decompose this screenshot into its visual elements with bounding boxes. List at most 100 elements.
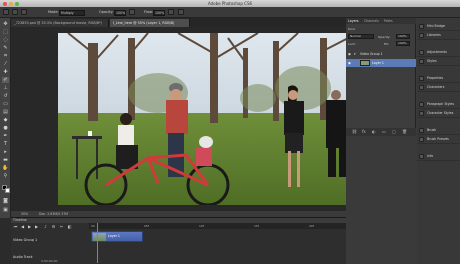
document-tab-1[interactable]: _723853.psd @ 33.3% (Background movie, R… (11, 19, 109, 27)
blur-tool-icon[interactable]: ◆ (2, 117, 9, 123)
dock-item-mini-bridge[interactable]: Mini Bridge (417, 22, 460, 31)
link-layers-icon[interactable]: ⛓ (352, 129, 357, 134)
visibility-eye-icon[interactable]: ◉ (348, 59, 351, 67)
eraser-tool-icon[interactable]: ▭ (2, 101, 9, 107)
pen-tool-icon[interactable]: ✒ (2, 133, 9, 139)
layers-footer: ⛓ fx ◐ ▭ ▢ 🗑 (346, 128, 416, 136)
fill-label: Fill: (384, 42, 390, 46)
visibility-eye-icon[interactable]: ◉ (348, 50, 351, 58)
time-readout: 0;00;00;00 (41, 259, 58, 263)
brush-panel-icon[interactable] (21, 9, 27, 15)
new-group-icon[interactable]: ▭ (382, 129, 386, 134)
background-color-swatch[interactable] (5, 188, 10, 193)
mode-select[interactable]: Multiply (59, 9, 85, 16)
quick-select-tool-icon[interactable]: ✎ (2, 45, 9, 51)
dock-item-styles[interactable]: Styles (417, 57, 460, 66)
document-info: Doc: 2.63M/5.37M (39, 212, 69, 216)
lasso-tool-icon[interactable]: ◌ (2, 37, 9, 43)
dock-item-paragraph-styles[interactable]: Paragraph Styles (417, 100, 460, 109)
brush-preset-icon[interactable] (3, 9, 9, 15)
tab-layers[interactable]: Layers (348, 19, 359, 23)
eyedropper-tool-icon[interactable]: ⁄ (2, 61, 9, 67)
dock-item-characters[interactable]: Characters (417, 83, 460, 92)
document-tab-2[interactable]: I_Line_here @ 50% (Layer 1, RGB/8) (110, 19, 190, 27)
dock-item-libraries[interactable]: Libraries (417, 31, 460, 40)
shape-tool-icon[interactable]: ▬ (2, 157, 9, 163)
go-to-first-frame-icon[interactable]: ⏮ (13, 224, 18, 229)
character-icon (419, 85, 424, 90)
video-clip[interactable]: Layer 1 (91, 231, 143, 242)
screen-mode-icon[interactable]: ▣ (2, 207, 9, 213)
tick-label: 15f (254, 223, 259, 228)
app-title: Adobe Photoshop CS6 (207, 1, 253, 6)
clip-thumbnail (93, 233, 106, 241)
type-tool-icon[interactable]: T (2, 141, 9, 147)
filter-kind-label[interactable]: Kind (348, 27, 355, 31)
zoom-level[interactable]: 50% (21, 212, 28, 216)
dock-item-adjustments[interactable]: Adjustments (417, 48, 460, 57)
opacity-label: Opacity: (99, 10, 114, 14)
mode-label: Mode: (48, 10, 59, 14)
dock-item-info[interactable]: Info (417, 152, 460, 161)
group-name: Video Group 1 (360, 52, 383, 56)
previous-frame-icon[interactable]: ◀ (20, 224, 25, 229)
audio-mute-icon[interactable]: ♪ (43, 224, 48, 229)
transition-icon[interactable]: ◧ (67, 224, 72, 229)
pressure-opacity-icon[interactable] (129, 9, 135, 15)
layer-name: Layer 1 (372, 61, 384, 65)
history-brush-tool-icon[interactable]: ↺ (2, 93, 9, 99)
lock-label: Lock: (348, 42, 356, 46)
dock-item-brush[interactable]: Brush (417, 126, 460, 135)
disclosure-triangle-icon[interactable]: ▾ (354, 50, 356, 58)
healing-tool-icon[interactable]: ✚ (2, 69, 9, 75)
clone-stamp-tool-icon[interactable]: ⊥ (2, 85, 9, 91)
panel-dock: Mini Bridge Libraries Adjustments Styles… (417, 18, 460, 264)
playhead[interactable] (97, 223, 98, 263)
tab-paths[interactable]: Paths (384, 19, 393, 23)
character-styles-icon (419, 111, 424, 116)
styles-icon (419, 59, 424, 64)
blend-mode-select[interactable]: Normal (348, 34, 374, 39)
gradient-tool-icon[interactable]: ▤ (2, 109, 9, 115)
airbrush-icon[interactable] (168, 9, 174, 15)
layer-style-icon[interactable]: fx (362, 129, 366, 134)
zoom-tool-icon[interactable]: ⚲ (2, 173, 9, 179)
hand-tool-icon[interactable]: ✋ (2, 165, 9, 171)
layers-panel-tabs: Layers Channels Paths (346, 18, 416, 24)
move-tool-icon[interactable]: ✥ (2, 21, 9, 27)
tools-panel: ✥ ⬚ ◌ ✎ ⌗ ⁄ ✚ ✐ ⊥ ↺ ▭ ▤ ◆ ● ✒ T ▸ ▬ ✋ ⚲ … (0, 18, 11, 218)
bridge-icon (419, 24, 424, 29)
settings-icon[interactable]: ⚙ (51, 224, 56, 229)
dock-item-brush-presets[interactable]: Brush Presets (417, 135, 460, 144)
pressure-size-icon[interactable] (178, 9, 184, 15)
dock-item-properties[interactable]: Properties (417, 74, 460, 83)
trash-icon[interactable]: 🗑 (402, 129, 407, 134)
brush-presets-icon (419, 137, 424, 142)
layer-row-group[interactable]: ◉ ▾ Video Group 1 (346, 50, 416, 58)
audio-track-label[interactable]: Audio Track (13, 255, 33, 259)
layer-opacity-input[interactable]: 100% (396, 34, 410, 39)
crop-tool-icon[interactable]: ⌗ (2, 53, 9, 59)
layer-mask-icon[interactable]: ◐ (372, 129, 376, 134)
opacity-input[interactable]: 100% (114, 9, 126, 16)
properties-icon (419, 76, 424, 81)
info-icon (419, 154, 424, 159)
quick-mask-icon[interactable]: ◙ (2, 198, 9, 204)
dodge-tool-icon[interactable]: ● (2, 125, 9, 131)
adjustments-icon (419, 50, 424, 55)
dock-item-character-styles[interactable]: Character Styles (417, 109, 460, 118)
brush-tool-icon[interactable]: ✐ (2, 77, 9, 83)
video-track-label[interactable]: Video Group 1 (13, 238, 37, 242)
marquee-tool-icon[interactable]: ⬚ (2, 29, 9, 35)
video-frame-image[interactable] (58, 33, 364, 205)
split-icon[interactable]: ✂ (59, 224, 64, 229)
next-frame-icon[interactable]: ▶ (34, 224, 39, 229)
flow-input[interactable]: 100% (153, 9, 165, 16)
play-icon[interactable]: ▶ (27, 224, 32, 229)
tab-channels[interactable]: Channels (364, 19, 379, 23)
fill-input[interactable]: 100% (396, 41, 410, 46)
layer-row-layer-1[interactable]: ◉ Layer 1 (346, 59, 416, 67)
brush-size-icon[interactable] (12, 9, 18, 15)
new-layer-icon[interactable]: ▢ (392, 129, 396, 134)
path-select-tool-icon[interactable]: ▸ (2, 149, 9, 155)
